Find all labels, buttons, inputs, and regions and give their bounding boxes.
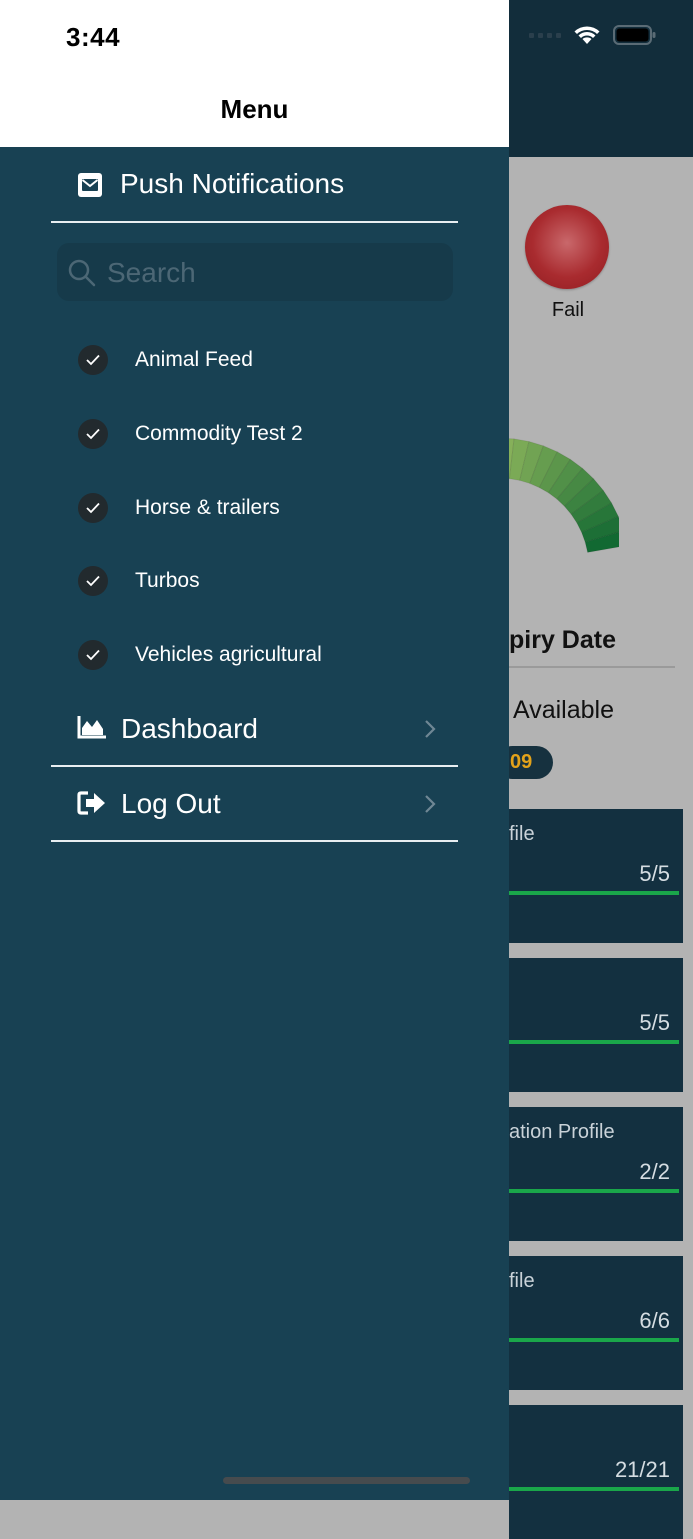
profile-card-title: ation Profile xyxy=(509,1121,615,1143)
profile-card-count: 5/5 xyxy=(639,861,670,886)
profile-progress-bar xyxy=(509,1189,679,1193)
menu-header: 3:44 Menu xyxy=(0,0,509,147)
profile-card[interactable]: file 5/5 xyxy=(509,809,683,943)
home-indicator xyxy=(223,1477,470,1484)
search-icon xyxy=(68,259,96,287)
category-label: Vehicles agricultural xyxy=(135,643,322,666)
gauge-chart xyxy=(509,438,619,553)
profile-card-count: 21/21 xyxy=(614,1457,670,1482)
chevron-right-icon xyxy=(425,795,436,813)
category-label: Horse & trailers xyxy=(135,496,280,519)
profile-card[interactable]: ation Profile 2/2 xyxy=(509,1107,683,1241)
profile-card-title: file xyxy=(509,823,535,845)
dashboard-label: Dashboard xyxy=(121,713,258,744)
profile-card-count: 6/6 xyxy=(639,1308,670,1333)
checkmark-icon[interactable] xyxy=(78,345,108,375)
chevron-right-icon xyxy=(425,720,436,738)
envelope-icon xyxy=(78,173,102,197)
category-item-vehicles-agricultural[interactable]: Vehicles agricultural xyxy=(51,625,458,685)
battery-icon xyxy=(613,25,656,45)
profile-progress-bar xyxy=(509,1487,679,1491)
available-label: Available xyxy=(513,696,615,724)
fail-status-light xyxy=(525,205,609,289)
profile-progress-bar xyxy=(509,1338,679,1342)
log-out-label: Log Out xyxy=(121,788,221,819)
category-item-horse-trailers[interactable]: Horse & trailers xyxy=(51,478,458,538)
wifi-icon xyxy=(574,26,600,44)
push-notifications-label: Push Notifications xyxy=(120,168,345,199)
profile-card-count: 2/2 xyxy=(639,1159,670,1184)
dashboard-menu-item[interactable]: Dashboard xyxy=(51,693,458,767)
profile-progress-bar xyxy=(509,1040,679,1044)
category-label: Animal Feed xyxy=(135,348,253,371)
result-indicator: Fail xyxy=(525,205,611,322)
checkmark-icon[interactable] xyxy=(78,493,108,523)
log-out-menu-item[interactable]: Log Out xyxy=(51,768,458,842)
expiry-date-heading: piry Date xyxy=(509,626,616,654)
category-label: Commodity Test 2 xyxy=(135,422,303,445)
checkmark-icon[interactable] xyxy=(78,419,108,449)
profile-card[interactable]: 5/5 xyxy=(509,958,683,1092)
area-chart-icon xyxy=(77,716,106,739)
cellular-signal-icon xyxy=(529,32,561,38)
fail-status-label: Fail xyxy=(551,299,585,321)
checkmark-icon[interactable] xyxy=(78,640,108,670)
status-bar-indicators xyxy=(529,24,657,46)
category-item-turbos[interactable]: Turbos xyxy=(51,551,458,611)
category-item-animal-feed[interactable]: Animal Feed xyxy=(51,330,458,390)
status-bar-time: 3:44 xyxy=(66,22,121,52)
sign-out-icon xyxy=(77,791,105,815)
divider xyxy=(509,666,675,668)
checkmark-icon[interactable] xyxy=(78,566,108,596)
side-menu: 3:44 Menu Push Notifications Animal Feed… xyxy=(0,0,509,1500)
profile-card[interactable]: file 6/6 xyxy=(509,1256,683,1390)
profile-card-count: 5/5 xyxy=(639,1010,670,1035)
search-box[interactable] xyxy=(57,243,453,303)
category-item-commodity-test-2[interactable]: Commodity Test 2 xyxy=(51,404,458,464)
menu-title: Menu xyxy=(220,94,289,124)
push-notifications-item[interactable]: Push Notifications xyxy=(51,150,458,223)
profile-card[interactable]: 21/21 xyxy=(509,1405,683,1539)
profile-progress-bar xyxy=(509,891,679,895)
search-input[interactable] xyxy=(105,243,439,303)
profile-card-title: file xyxy=(509,1270,535,1292)
category-label: Turbos xyxy=(135,569,200,592)
